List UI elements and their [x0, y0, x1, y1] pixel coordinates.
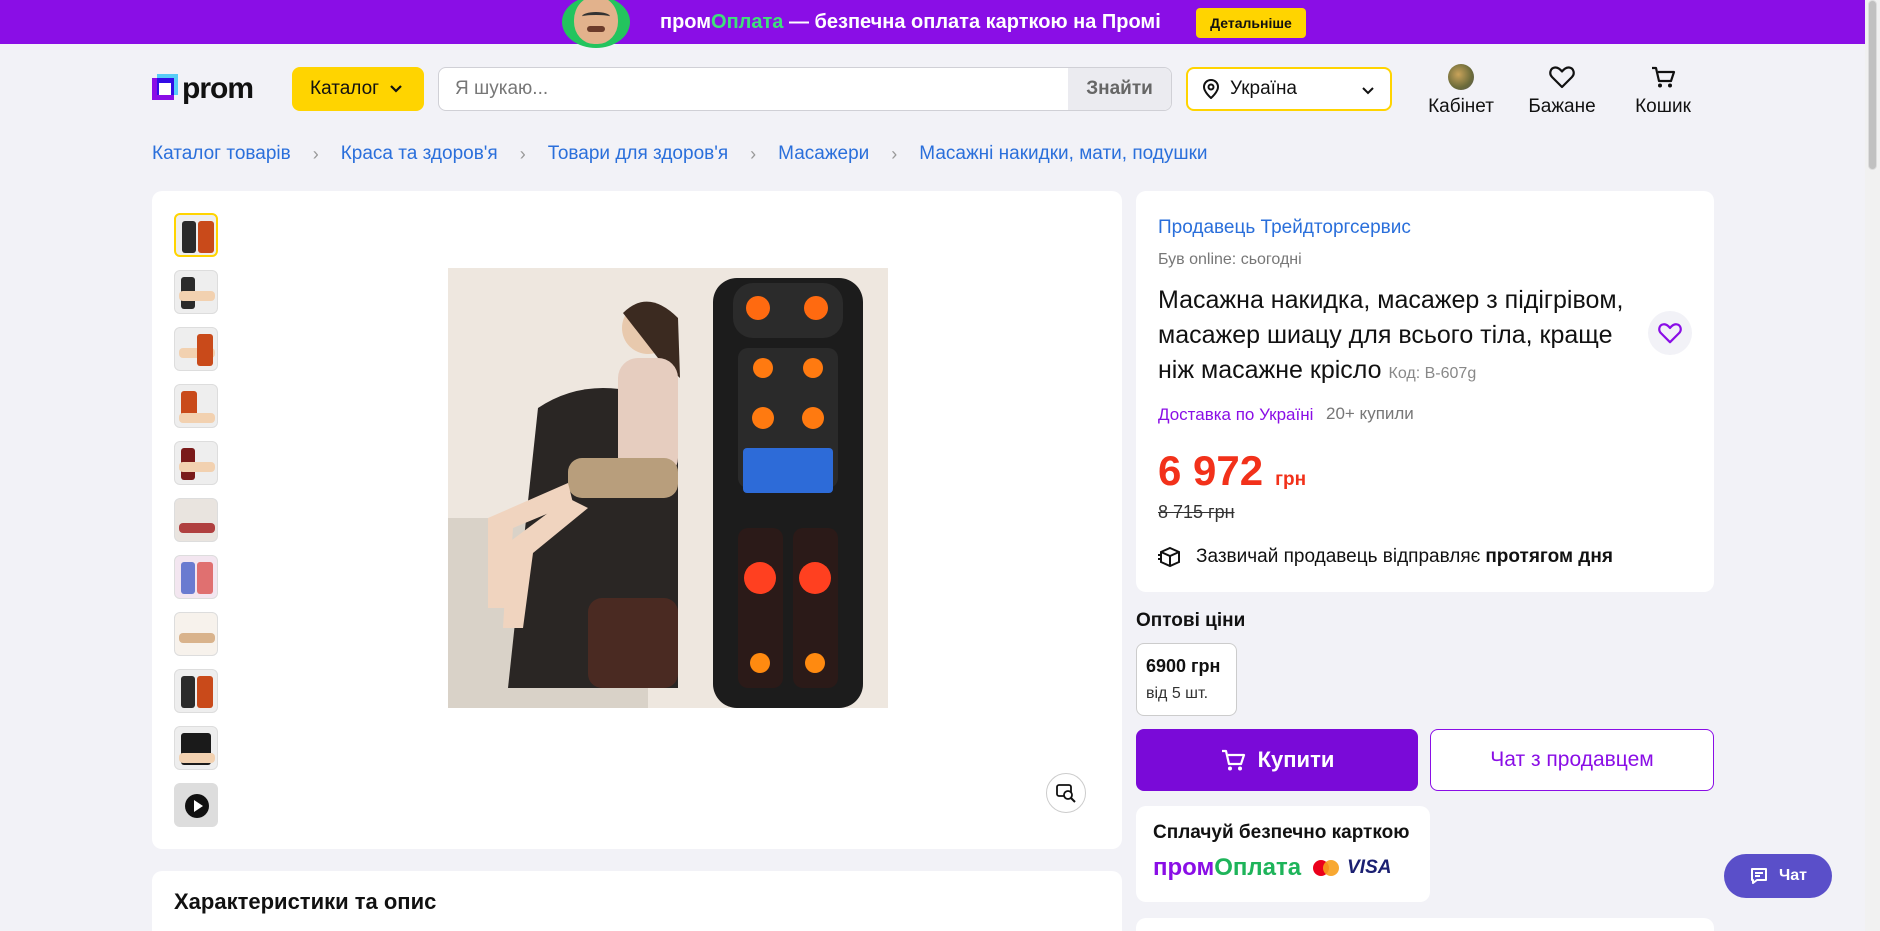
user-avatar-icon: [1448, 64, 1474, 90]
chevron-right-icon: ›: [519, 143, 526, 164]
description-title: Характеристики та опис: [174, 889, 437, 914]
cart-icon: [1652, 66, 1676, 88]
breadcrumb: Каталог товарів › Краса та здоров'я › То…: [152, 143, 1208, 165]
search-button[interactable]: Знайти: [1068, 68, 1171, 110]
chevron-down-icon: [390, 85, 402, 93]
price: 6 972 грн: [1158, 447, 1306, 495]
description-section: Характеристики та опис: [152, 871, 1122, 931]
chat-widget-label: Чат: [1779, 867, 1807, 884]
safe-payment-title: Сплачуй безпечно карткою: [1153, 822, 1410, 843]
wishlist-label: Бажане: [1528, 96, 1596, 117]
seller-link[interactable]: Продавець Трейдторгсервис: [1158, 217, 1411, 239]
wholesale-price: 6900 грн: [1146, 656, 1221, 676]
gallery-thumbnail[interactable]: [174, 498, 218, 542]
chat-widget-button[interactable]: Чат: [1724, 854, 1832, 898]
shipping-text: Зазвичай продавець відправляє: [1196, 546, 1481, 567]
old-price: 8 715 грн: [1158, 502, 1235, 522]
catalog-button[interactable]: Каталог: [292, 67, 424, 111]
prom-oplata-logo: промОплата: [1153, 854, 1302, 881]
region-label: Україна: [1230, 78, 1298, 99]
page-scrollbar[interactable]: [1865, 0, 1880, 931]
payment-logos: промОплата VISA: [1153, 854, 1413, 882]
prom-logo-text: prom: [182, 72, 254, 105]
chevron-right-icon: ›: [891, 143, 898, 164]
chat-bubble-icon: [1751, 868, 1767, 884]
play-icon: [185, 794, 209, 818]
cart-label: Кошик: [1635, 96, 1691, 117]
gallery-thumbnail[interactable]: [174, 669, 218, 713]
cabinet-link[interactable]: Кабінет: [1416, 62, 1506, 118]
gallery-thumbnail[interactable]: [174, 726, 218, 770]
chevron-right-icon: ›: [312, 143, 319, 164]
gallery-thumbnail[interactable]: [174, 327, 218, 371]
promo-details-button[interactable]: Детальніше: [1196, 8, 1306, 38]
gallery-thumbnail[interactable]: [174, 384, 218, 428]
buy-button[interactable]: Купити: [1136, 729, 1418, 791]
wholesale-quantity: від 5 шт.: [1146, 685, 1209, 702]
location-pin-icon: [1202, 79, 1220, 99]
price-value: 6 972: [1158, 447, 1264, 494]
mastercard-icon: [1313, 860, 1340, 876]
massage-chair-illustration: [448, 268, 888, 708]
cart-link[interactable]: Кошик: [1618, 62, 1708, 118]
search-bar: Знайти: [438, 67, 1172, 111]
fast-shipping-icon: [1158, 546, 1180, 568]
gallery-thumbnail[interactable]: [174, 441, 218, 485]
heart-icon: [1658, 323, 1682, 344]
region-selector[interactable]: Україна: [1186, 67, 1392, 111]
breadcrumb-item[interactable]: Краса та здоров'я: [341, 143, 498, 165]
seller-card: [1136, 918, 1714, 931]
breadcrumb-item[interactable]: Масажери: [778, 143, 869, 165]
shipping-info: Зазвичай продавець відправляє протягом д…: [1158, 546, 1613, 568]
breadcrumb-item[interactable]: Товари для здоров'я: [548, 143, 728, 165]
gallery-thumbnail[interactable]: [174, 555, 218, 599]
catalog-label: Каталог: [310, 78, 380, 99]
thumbnail-list: [174, 213, 218, 840]
buy-label: Купити: [1257, 747, 1335, 772]
product-info-card: Продавець Трейдторгсервис Був online: сь…: [1136, 191, 1714, 592]
add-to-wishlist-button[interactable]: [1648, 311, 1692, 355]
product-gallery: [152, 191, 1122, 849]
scrollbar-thumb[interactable]: [1868, 0, 1877, 170]
cabinet-label: Кабінет: [1428, 96, 1494, 117]
gallery-thumbnail[interactable]: [174, 270, 218, 314]
shipping-time: протягом дня: [1485, 546, 1613, 567]
price-currency: грн: [1275, 469, 1307, 490]
image-search-icon: [1056, 784, 1076, 803]
chevron-down-icon: [1362, 87, 1374, 95]
wholesale-price-option[interactable]: 6900 грн від 5 шт.: [1136, 643, 1237, 716]
gallery-thumbnail[interactable]: [174, 612, 218, 656]
gallery-video-thumbnail[interactable]: [174, 783, 218, 827]
promo-text: промОплата — безпечна оплата карткою на …: [660, 11, 1161, 34]
cart-icon: [1221, 749, 1245, 771]
product-title: Масажна накидка, масажер з підігрівом, м…: [1158, 283, 1638, 391]
product-main-image[interactable]: [448, 268, 888, 708]
chevron-right-icon: ›: [750, 143, 757, 164]
breadcrumb-item[interactable]: Масажні накидки, мати, подушки: [919, 143, 1207, 165]
wishlist-link[interactable]: Бажане: [1517, 62, 1607, 118]
visa-logo: VISA: [1347, 857, 1392, 878]
safe-payment-card: Сплачуй безпечно карткою промОплата VISA: [1136, 806, 1430, 902]
delivery-link[interactable]: Доставка по Україні: [1158, 405, 1313, 425]
breadcrumb-item[interactable]: Каталог товарів: [152, 143, 291, 165]
product-code: Код: B-607g: [1388, 365, 1477, 382]
promo-message: — безпечна оплата карткою на Промі: [783, 11, 1161, 33]
seller-online-status: Був online: сьогодні: [1158, 251, 1302, 268]
promo-brand-part1: пром: [660, 11, 712, 33]
gallery-thumbnail[interactable]: [174, 213, 218, 257]
search-input[interactable]: [439, 68, 1069, 110]
promo-mascot-image: [562, 0, 630, 48]
promo-banner[interactable]: промОплата — безпечна оплата карткою на …: [0, 0, 1865, 48]
chat-with-seller-button[interactable]: Чат з продавцем: [1430, 729, 1714, 791]
prom-logo[interactable]: prom: [152, 72, 254, 106]
promo-brand-part2: Оплата: [711, 11, 784, 33]
wholesale-title: Оптові ціни: [1136, 610, 1246, 631]
bought-count: 20+ купили: [1326, 404, 1414, 423]
prom-logo-icon: [152, 74, 178, 104]
image-search-button[interactable]: [1046, 773, 1086, 813]
heart-icon: [1549, 66, 1575, 89]
